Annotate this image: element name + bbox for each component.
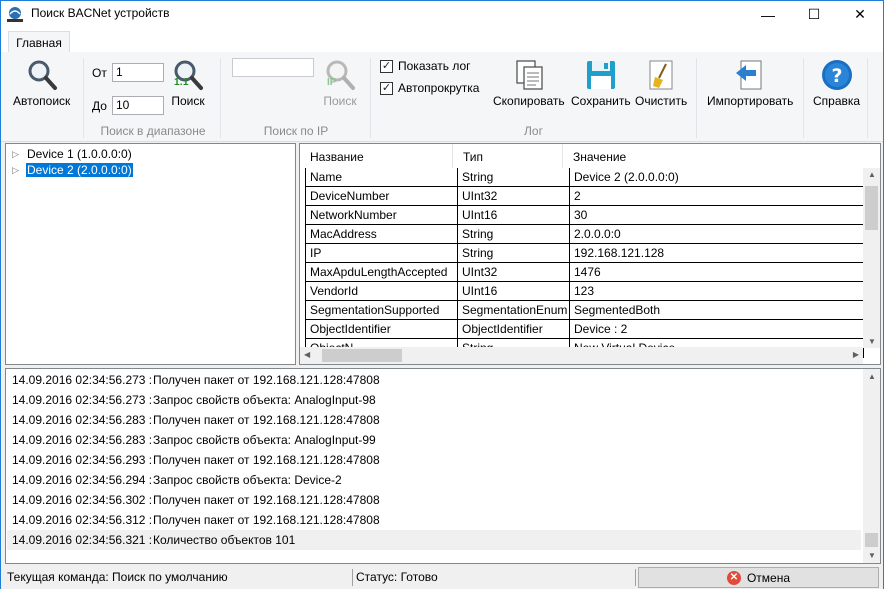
log-panel[interactable]: 14.09.2016 02:34:56.273 :Получен пакет о… <box>5 368 881 564</box>
scroll-right-arrow-icon[interactable]: ▶ <box>853 350 859 359</box>
floppy-disk-icon <box>586 61 615 89</box>
range-group-label: Поиск в диапазоне <box>100 124 206 138</box>
ribbon-separator <box>696 58 697 138</box>
main-window: Поиск BACNet устройств — ☐ ✕ Главная Авт… <box>0 0 884 589</box>
clear-button[interactable]: Очистить <box>635 58 687 108</box>
checkmark-icon: ✓ <box>380 81 393 95</box>
checkmark-icon: ✓ <box>380 59 393 73</box>
column-header-type[interactable]: Тип <box>453 144 563 168</box>
ribbon-separator <box>867 58 868 138</box>
ribbon: Автопоиск От 1 До 10 1:1 Поиск Поиск в д… <box>1 52 883 142</box>
log-vertical-scrollbar[interactable]: ▲ ▼ <box>863 369 880 563</box>
show-log-checkbox[interactable]: ✓ Показать лог <box>380 59 471 73</box>
ribbon-separator <box>220 58 221 138</box>
ip-input[interactable] <box>232 58 314 77</box>
ip-group-label: Поиск по IP <box>263 124 329 138</box>
ribbon-separator <box>803 58 804 138</box>
import-icon <box>736 60 762 90</box>
expand-arrow-icon[interactable]: ▷ <box>12 149 26 160</box>
scroll-thumb[interactable] <box>322 349 402 362</box>
log-entry: 14.09.2016 02:34:56.302 :Получен пакет о… <box>12 493 380 507</box>
from-label: От <box>92 66 107 80</box>
tree-item-device-2[interactable]: ▷ Device 2 (2.0.0.0:0) <box>12 162 133 178</box>
status-separator <box>352 569 353 586</box>
property-grid[interactable]: Название Тип Значение Name String Device… <box>299 143 881 365</box>
app-logo-icon <box>7 7 23 22</box>
maximize-button[interactable]: ☐ <box>791 1 837 28</box>
current-command-text: Текущая команда: Поиск по умолчанию <box>7 570 228 584</box>
magnifier-icon <box>28 60 57 90</box>
close-button[interactable]: ✕ <box>837 1 883 28</box>
to-input[interactable]: 10 <box>112 96 164 115</box>
status-separator <box>635 569 636 586</box>
grid-horizontal-scrollbar[interactable]: ◀ ▶ <box>300 347 863 364</box>
scroll-thumb[interactable] <box>865 186 878 230</box>
autosearch-button[interactable]: Автопоиск <box>13 58 70 108</box>
broom-icon <box>649 60 673 90</box>
ip-search-button[interactable]: IP Поиск <box>323 58 357 108</box>
ribbon-separator <box>83 58 84 138</box>
status-bar: Текущая команда: Поиск по умолчанию Стат… <box>1 566 883 589</box>
status-text: Статус: Готово <box>356 570 438 584</box>
log-entry: 14.09.2016 02:34:56.294 :Запрос свойств … <box>12 473 342 487</box>
help-button[interactable]: ? Справка <box>813 58 860 108</box>
log-entry: 14.09.2016 02:34:56.273 :Получен пакет о… <box>12 373 380 387</box>
ip-badge: IP <box>327 77 337 88</box>
from-input[interactable]: 1 <box>112 63 164 82</box>
log-entry: 14.09.2016 02:34:56.283 :Запрос свойств … <box>12 433 376 447</box>
minimize-button[interactable]: — <box>745 1 791 28</box>
grid-vertical-scrollbar[interactable]: ▲ ▼ <box>863 168 880 348</box>
log-entry-selected: 14.09.2016 02:34:56.321 :Количество объе… <box>7 530 861 550</box>
log-group-label: Лог <box>524 124 543 138</box>
column-header-value[interactable]: Значение <box>563 144 863 168</box>
cancel-button[interactable]: ✕ Отмена <box>638 567 879 588</box>
range-badge: 1:1 <box>174 77 189 88</box>
autoscroll-checkbox[interactable]: ✓ Автопрокрутка <box>380 81 479 95</box>
scroll-up-arrow-icon[interactable]: ▲ <box>868 372 876 381</box>
log-entry: 14.09.2016 02:34:56.312 :Получен пакет о… <box>12 513 380 527</box>
scroll-down-arrow-icon[interactable]: ▼ <box>868 551 876 560</box>
log-entry: 14.09.2016 02:34:56.273 :Запрос свойств … <box>12 393 376 407</box>
grid-header: Название Тип Значение <box>300 144 880 168</box>
window-title: Поиск BACNet устройств <box>31 6 170 20</box>
scroll-left-arrow-icon[interactable]: ◀ <box>304 350 310 359</box>
ribbon-tabstrip: Главная <box>1 28 883 54</box>
save-button[interactable]: Сохранить <box>571 58 631 108</box>
to-label: До <box>92 99 107 113</box>
help-icon: ? <box>821 60 852 90</box>
device-tree[interactable]: ▷ Device 1 (1.0.0.0:0) ▷ Device 2 (2.0.0… <box>5 143 296 365</box>
tab-main[interactable]: Главная <box>8 31 70 54</box>
log-entry: 14.09.2016 02:34:56.293 :Получен пакет о… <box>12 453 380 467</box>
scroll-thumb[interactable] <box>865 533 878 547</box>
import-button[interactable]: Импортировать <box>707 58 793 108</box>
title-bar[interactable]: Поиск BACNet устройств — ☐ ✕ <box>1 1 883 28</box>
copy-icon <box>516 60 543 90</box>
log-entry: 14.09.2016 02:34:56.283 :Получен пакет о… <box>12 413 380 427</box>
expand-arrow-icon[interactable]: ▷ <box>12 165 26 176</box>
tree-item-device-1[interactable]: ▷ Device 1 (1.0.0.0:0) <box>12 146 133 162</box>
copy-button[interactable]: Скопировать <box>493 58 565 108</box>
cancel-icon: ✕ <box>726 570 741 585</box>
scroll-up-arrow-icon[interactable]: ▲ <box>868 170 876 179</box>
scroll-down-arrow-icon[interactable]: ▼ <box>868 337 876 346</box>
svg-text:?: ? <box>831 65 842 87</box>
column-header-name[interactable]: Название <box>300 144 453 168</box>
range-search-button[interactable]: 1:1 Поиск <box>171 58 205 108</box>
